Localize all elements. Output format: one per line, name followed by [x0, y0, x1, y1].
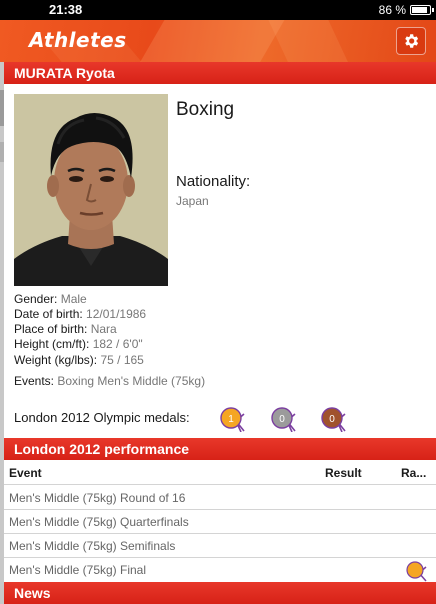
column-rank[interactable]: Ra...	[401, 466, 426, 480]
event-cell: Men's Middle (75kg) Semifinals	[9, 539, 176, 553]
height-row: Height (cm/ft): 182 / 6'0"	[14, 337, 143, 351]
performance-header: London 2012 performance	[4, 438, 436, 460]
bronze-medal-count: 0	[329, 414, 335, 425]
gold-medal-count: 1	[228, 414, 234, 425]
birthplace-value: Nara	[90, 322, 117, 336]
birthplace-row: Place of birth: Nara	[14, 322, 117, 336]
height-value: 182 / 6'0"	[92, 337, 143, 351]
weight-label: Weight (kg/lbs):	[14, 353, 98, 367]
silver-medal-count: 0	[279, 414, 285, 425]
event-cell: Men's Middle (75kg) Final	[9, 563, 147, 577]
column-event[interactable]: Event	[9, 466, 42, 480]
gold-medal-icon: 1	[219, 406, 245, 433]
weight-value: 75 / 165	[100, 353, 144, 367]
birthdate-label: Date of birth:	[14, 307, 83, 321]
table-row[interactable]: Men's Middle (75kg) Final	[4, 558, 436, 582]
athlete-photo	[14, 94, 168, 286]
nationality-value: Japan	[176, 194, 209, 208]
gender-row: Gender: Male	[14, 292, 87, 306]
height-label: Height (cm/ft):	[14, 337, 90, 351]
events-row: Events: Boxing Men's Middle (75kg)	[14, 374, 205, 388]
performance-title: London 2012 performance	[14, 441, 190, 457]
athlete-name: MURATA Ryota	[14, 65, 115, 81]
table-row[interactable]: Men's Middle (75kg) Quarterfinals	[4, 510, 436, 534]
performance-table-header: Event Result Ra...	[4, 461, 436, 485]
status-bar: 21:38 86 %	[0, 0, 436, 20]
event-cell: Men's Middle (75kg) Quarterfinals	[9, 515, 189, 529]
news-header[interactable]: News	[4, 582, 436, 604]
silver-medal-icon: 0	[270, 406, 296, 433]
athlete-sport: Boxing	[176, 99, 235, 120]
nav-title: Athletes	[29, 28, 127, 52]
gender-label: Gender:	[14, 292, 58, 306]
birthdate-value: 12/01/1986	[86, 307, 147, 321]
news-title: News	[14, 585, 51, 601]
status-time: 21:38	[49, 2, 83, 17]
events-value: Boxing Men's Middle (75kg)	[57, 374, 206, 388]
birthdate-row: Date of birth: 12/01/1986	[14, 307, 146, 321]
battery-percent: 86 %	[378, 3, 406, 17]
nationality-label: Nationality:	[176, 173, 251, 190]
gold-medal-icon	[405, 560, 427, 582]
settings-button[interactable]	[396, 27, 426, 55]
gear-icon	[405, 34, 419, 48]
gender-value: Male	[60, 292, 87, 306]
birthplace-label: Place of birth:	[14, 322, 88, 336]
event-cell: Men's Middle (75kg) Round of 16	[9, 491, 186, 505]
table-row[interactable]: Men's Middle (75kg) Semifinals	[4, 534, 436, 558]
nav-bar: Athletes	[0, 20, 436, 62]
battery-icon	[410, 5, 434, 15]
events-label: Events:	[14, 374, 55, 388]
medals-label: London 2012 Olympic medals:	[14, 410, 190, 425]
column-result[interactable]: Result	[325, 466, 362, 480]
athlete-name-header: MURATA Ryota	[4, 62, 436, 84]
weight-row: Weight (kg/lbs): 75 / 165	[14, 353, 144, 367]
table-row[interactable]: Men's Middle (75kg) Round of 16	[4, 486, 436, 510]
bronze-medal-icon: 0	[320, 406, 346, 433]
